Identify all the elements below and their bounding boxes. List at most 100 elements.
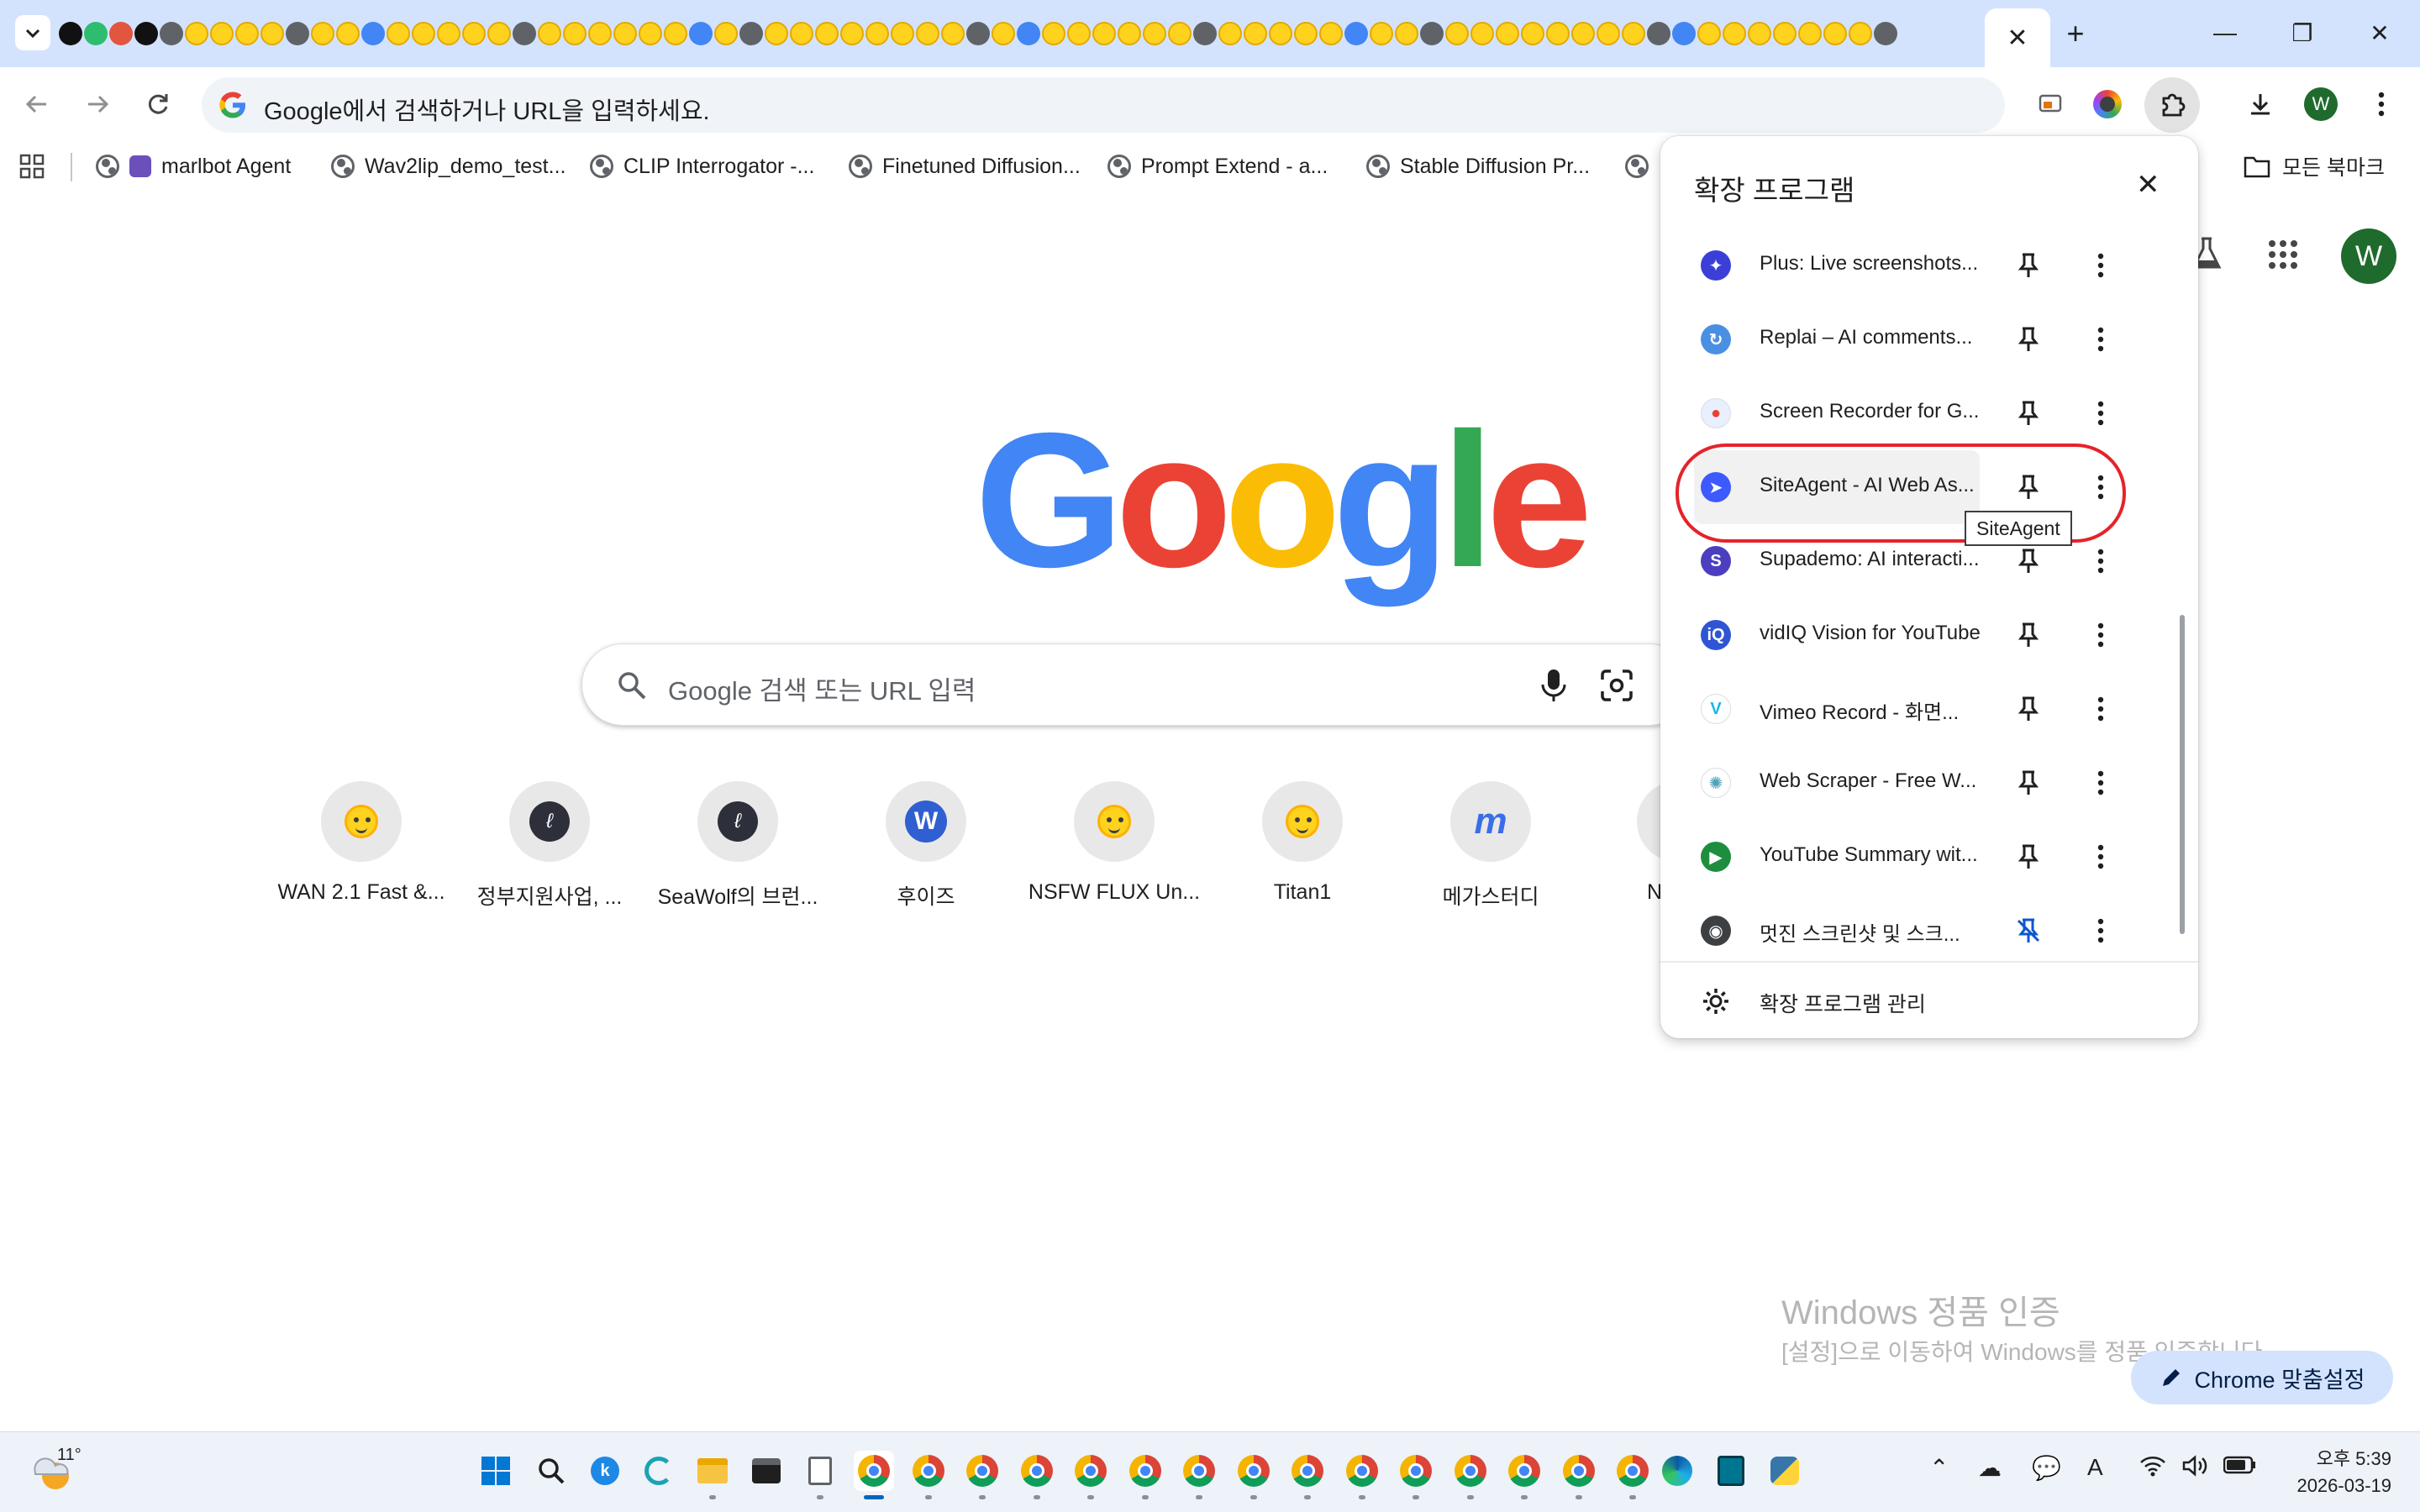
globe-icon[interactable] xyxy=(286,22,309,45)
huggingface-icon[interactable] xyxy=(437,22,460,45)
ntp-shortcut[interactable]: WAN 2.1 Fast &... xyxy=(269,781,454,905)
more-options-icon[interactable] xyxy=(2084,249,2118,282)
back-button[interactable] xyxy=(17,84,57,124)
taskbar-chrome-window[interactable] xyxy=(1125,1451,1165,1499)
huggingface-icon[interactable] xyxy=(1798,22,1822,45)
huggingface-icon[interactable] xyxy=(1823,22,1847,45)
ntp-shortcut[interactable]: ℓ SeaWolf의 브런... xyxy=(645,781,830,911)
ntp-shortcut[interactable]: ℓ 정부지원사업, ... xyxy=(457,781,642,911)
tab-favicon-icon[interactable] xyxy=(84,22,108,45)
maximize-button[interactable]: ❐ xyxy=(2277,12,2328,54)
taskbar-app[interactable] xyxy=(746,1451,786,1491)
active-tab[interactable]: ✕ xyxy=(1985,8,2050,67)
huggingface-icon[interactable] xyxy=(1773,22,1797,45)
bookmark-item[interactable]: Stable Diffusion Pr... xyxy=(1366,151,1590,181)
ntp-shortcut[interactable]: W 후이즈 xyxy=(834,781,1018,911)
huggingface-icon[interactable] xyxy=(941,22,965,45)
minimize-button[interactable]: — xyxy=(2200,12,2250,54)
apps-shortcut-button[interactable] xyxy=(18,153,45,184)
taskbar-app[interactable] xyxy=(1711,1451,1751,1491)
taskbar-chrome-window[interactable] xyxy=(1612,1451,1653,1499)
bookmark-item[interactable]: Prompt Extend - a... xyxy=(1107,151,1328,181)
huggingface-icon[interactable] xyxy=(563,22,587,45)
huggingface-icon[interactable] xyxy=(1395,22,1418,45)
manage-extensions-button[interactable]: 확장 프로그램 관리 xyxy=(1660,963,2198,1038)
taskbar-chrome-window[interactable] xyxy=(1234,1451,1274,1499)
huggingface-icon[interactable] xyxy=(891,22,914,45)
more-options-icon[interactable] xyxy=(2084,323,2118,356)
ntp-shortcut[interactable]: Titan1 xyxy=(1210,781,1395,905)
forward-button[interactable] xyxy=(77,84,118,124)
huggingface-icon[interactable] xyxy=(1294,22,1318,45)
battery-icon[interactable] xyxy=(2223,1454,2257,1481)
huggingface-icon[interactable] xyxy=(311,22,334,45)
huggingface-icon[interactable] xyxy=(1244,22,1267,45)
more-options-icon[interactable] xyxy=(2084,618,2118,652)
huggingface-icon[interactable] xyxy=(1092,22,1116,45)
address-bar[interactable]: Google에서 검색하거나 URL을 입력하세요. xyxy=(202,77,2005,133)
globe-icon[interactable] xyxy=(513,22,536,45)
downloads-button[interactable] xyxy=(2240,84,2281,124)
ntp-shortcut[interactable]: NSFW FLUX Un... xyxy=(1022,781,1207,905)
globe-icon[interactable] xyxy=(1193,22,1217,45)
huggingface-icon[interactable] xyxy=(538,22,561,45)
unpin-icon[interactable] xyxy=(2012,914,2045,948)
pin-icon[interactable] xyxy=(2012,692,2045,726)
huggingface-icon[interactable] xyxy=(588,22,612,45)
huggingface-icon[interactable] xyxy=(336,22,360,45)
huggingface-icon[interactable] xyxy=(1546,22,1570,45)
cast-extension-button[interactable] xyxy=(2030,84,2070,124)
bookmark-item[interactable]: Finetuned Diffusion... xyxy=(849,151,1081,181)
huggingface-icon[interactable] xyxy=(639,22,662,45)
huggingface-icon[interactable] xyxy=(1571,22,1595,45)
huggingface-icon[interactable] xyxy=(487,22,511,45)
tab-search-button[interactable] xyxy=(15,15,50,50)
huggingface-icon[interactable] xyxy=(916,22,939,45)
system-clock[interactable]: 오후 5:39 2026-03-19 xyxy=(2282,1446,2391,1499)
more-options-icon[interactable] xyxy=(2084,914,2118,948)
taskbar-app[interactable]: k xyxy=(585,1451,625,1491)
new-tab-button[interactable]: + xyxy=(2057,15,2094,52)
taskbar-chrome-window[interactable] xyxy=(854,1451,894,1499)
ntp-profile-avatar[interactable]: W xyxy=(2341,228,2396,284)
close-icon[interactable]: ✕ xyxy=(2136,168,2160,202)
extension-item[interactable]: ✺ Web Scraper - Free W... xyxy=(1660,746,2198,820)
globe-icon[interactable] xyxy=(966,22,990,45)
extension-item[interactable]: ✦ Plus: Live screenshots... xyxy=(1660,228,2198,302)
tab-favicon-icon[interactable] xyxy=(59,22,82,45)
globe-icon[interactable] xyxy=(1647,22,1670,45)
huggingface-icon[interactable] xyxy=(1042,22,1065,45)
google-apps-button[interactable] xyxy=(2267,239,2299,275)
screenshot-extension-button[interactable] xyxy=(2087,84,2128,124)
pin-icon[interactable] xyxy=(2012,249,2045,282)
taskbar-chrome-window[interactable] xyxy=(1396,1451,1436,1499)
taskbar-chrome-window[interactable] xyxy=(1504,1451,1544,1499)
huggingface-icon[interactable] xyxy=(1697,22,1721,45)
taskbar-chrome-window[interactable] xyxy=(1179,1451,1219,1499)
huggingface-icon[interactable] xyxy=(613,22,637,45)
huggingface-icon[interactable] xyxy=(361,22,385,45)
input-method-icon[interactable]: A xyxy=(2087,1454,2103,1481)
pin-icon[interactable] xyxy=(2012,544,2045,578)
pin-icon[interactable] xyxy=(2012,766,2045,800)
huggingface-icon[interactable] xyxy=(1748,22,1771,45)
huggingface-icon[interactable] xyxy=(235,22,259,45)
wifi-icon[interactable] xyxy=(2139,1454,2166,1483)
taskbar-search-button[interactable] xyxy=(531,1451,571,1491)
bookmark-item[interactable]: marlbot Agent xyxy=(96,151,291,181)
huggingface-icon[interactable] xyxy=(1521,22,1544,45)
taskbar-chrome-window[interactable] xyxy=(1559,1451,1599,1499)
huggingface-icon[interactable] xyxy=(1622,22,1645,45)
more-options-icon[interactable] xyxy=(2084,396,2118,430)
taskbar-chrome-window[interactable] xyxy=(1287,1451,1328,1499)
extensions-button[interactable] xyxy=(2144,77,2200,133)
tab-close-icon[interactable]: ✕ xyxy=(2007,24,2028,53)
bookmark-item[interactable]: Wav2lip_demo_test... xyxy=(331,151,566,181)
huggingface-icon[interactable] xyxy=(1849,22,1872,45)
huggingface-icon[interactable] xyxy=(815,22,839,45)
pin-icon[interactable] xyxy=(2012,618,2045,652)
huggingface-icon[interactable] xyxy=(714,22,738,45)
volume-icon[interactable] xyxy=(2181,1454,2208,1483)
start-button[interactable] xyxy=(476,1451,516,1491)
all-bookmarks-button[interactable]: 모든 북마크 xyxy=(2244,151,2385,181)
